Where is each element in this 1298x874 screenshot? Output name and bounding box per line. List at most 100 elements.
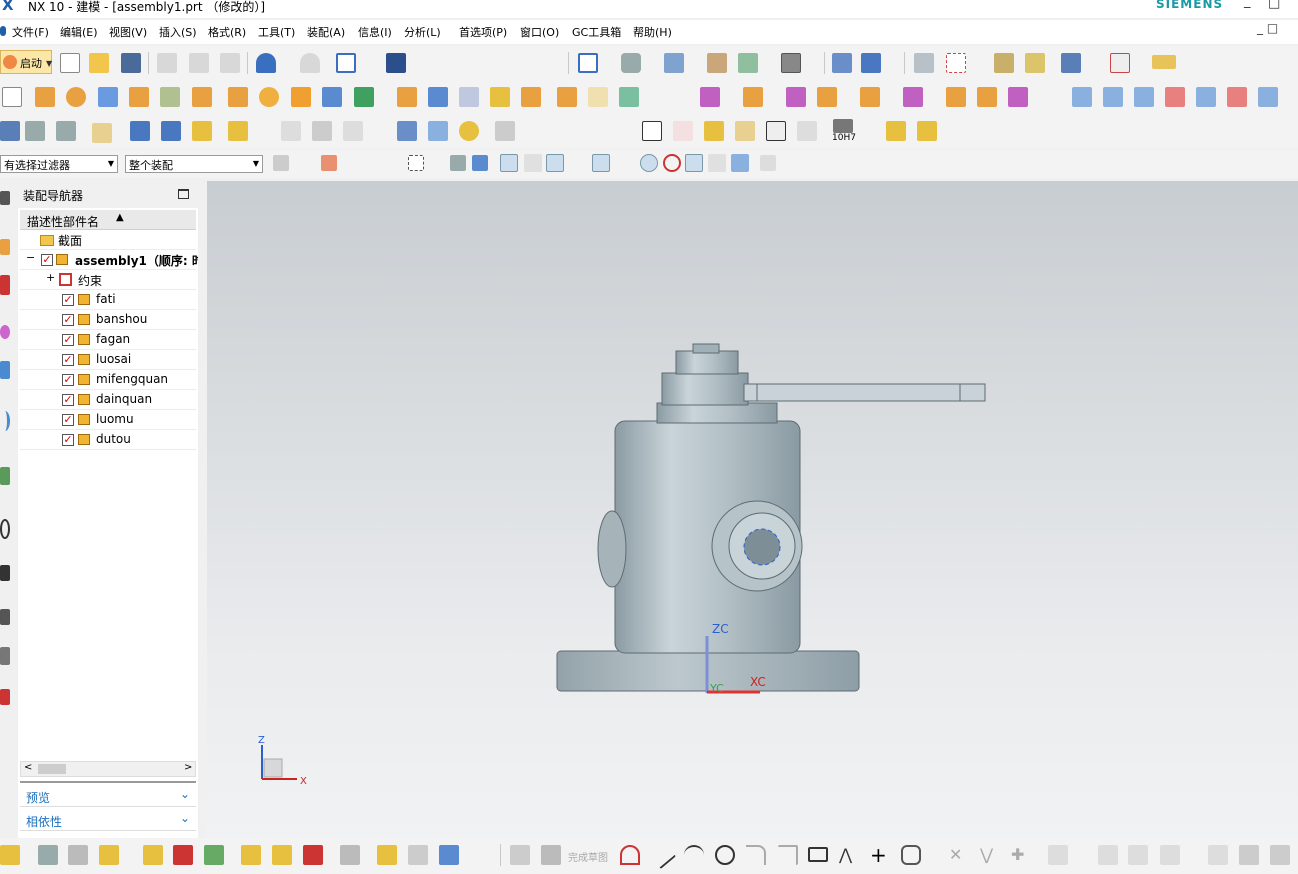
tree-hscrollbar[interactable]: < > bbox=[20, 761, 196, 777]
visibility-checkbox[interactable]: ✓ bbox=[62, 334, 74, 346]
bottom-link-icon[interactable] bbox=[303, 845, 323, 865]
bottom-move-icon[interactable] bbox=[143, 845, 163, 865]
brush-icon[interactable] bbox=[797, 121, 817, 141]
grid-add-icon[interactable] bbox=[704, 121, 724, 141]
hole-table-icon[interactable] bbox=[735, 121, 755, 141]
trim-icon[interactable] bbox=[354, 87, 374, 107]
shell-icon[interactable] bbox=[192, 87, 212, 107]
assembly-add-icon[interactable] bbox=[130, 121, 150, 141]
blend-icon[interactable] bbox=[129, 87, 149, 107]
visibility-checkbox[interactable]: ✓ bbox=[62, 434, 74, 446]
start-button[interactable]: 启动 ▼ bbox=[0, 50, 52, 74]
snap-control-icon[interactable] bbox=[546, 154, 564, 172]
trim-curve-icon[interactable] bbox=[343, 121, 363, 141]
rectangle-icon[interactable] bbox=[808, 847, 828, 862]
layer-stack-icon[interactable] bbox=[25, 121, 45, 141]
section-view-icon[interactable] bbox=[707, 53, 727, 73]
minimize-button[interactable]: _ bbox=[1244, 0, 1251, 9]
offset-icon[interactable] bbox=[228, 87, 248, 107]
delete-face-icon[interactable] bbox=[786, 87, 806, 107]
bottom-constraint-icon[interactable] bbox=[173, 845, 193, 865]
tree-row-part[interactable]: ✓ luomu bbox=[20, 410, 196, 430]
snap-quadrant-icon[interactable] bbox=[663, 154, 681, 172]
through-curves-icon[interactable] bbox=[1072, 87, 1092, 107]
visibility-checkbox[interactable]: ✓ bbox=[62, 314, 74, 326]
sketch-settings-icon[interactable] bbox=[1239, 845, 1259, 865]
resource-reuse-icon[interactable] bbox=[0, 361, 10, 379]
chamfer-icon[interactable] bbox=[160, 87, 180, 107]
bottom-explode-icon[interactable] bbox=[408, 845, 428, 865]
save-icon[interactable] bbox=[121, 53, 141, 73]
tree-row-part[interactable]: ✓ fati bbox=[20, 290, 196, 310]
pull-face-icon[interactable] bbox=[743, 87, 763, 107]
preview-section[interactable]: 预览 ⌄ bbox=[20, 785, 196, 807]
array-icon[interactable] bbox=[291, 87, 311, 107]
revolve-icon[interactable] bbox=[66, 87, 86, 107]
point-icon[interactable]: + bbox=[870, 843, 890, 867]
menu-analysis[interactable]: 分析(L) bbox=[404, 24, 441, 40]
resource-hd3d-icon[interactable] bbox=[0, 411, 10, 431]
scroll-thumb[interactable] bbox=[38, 764, 66, 774]
resize-blend-icon[interactable] bbox=[903, 87, 923, 107]
scroll-right-icon[interactable]: > bbox=[184, 762, 192, 773]
wcs-icon[interactable] bbox=[336, 53, 356, 73]
bottom-array-icon[interactable] bbox=[241, 845, 261, 865]
tree-row-part[interactable]: ✓ dainquan bbox=[20, 390, 196, 410]
triangle-icon[interactable] bbox=[642, 121, 662, 141]
select-box-icon[interactable] bbox=[408, 155, 424, 171]
resource-assembly-icon[interactable] bbox=[0, 239, 10, 255]
menu-tools[interactable]: 工具(T) bbox=[258, 24, 295, 40]
panel-splitter[interactable] bbox=[198, 181, 207, 838]
copy-icon[interactable] bbox=[189, 53, 209, 73]
snap-face-icon[interactable] bbox=[731, 154, 749, 172]
background-icon[interactable] bbox=[738, 53, 758, 73]
resource-web-icon[interactable] bbox=[0, 467, 10, 485]
visibility-checkbox[interactable]: ✓ bbox=[62, 414, 74, 426]
assembly-tree-icon[interactable] bbox=[0, 121, 20, 141]
menu-format[interactable]: 格式(R) bbox=[208, 24, 246, 40]
bottom-part-icon[interactable] bbox=[38, 845, 58, 865]
thread-icon[interactable] bbox=[397, 121, 417, 141]
paste-icon[interactable] bbox=[220, 53, 240, 73]
mesh-icon[interactable] bbox=[1103, 87, 1123, 107]
type-filter-select[interactable]: 有选择过滤器 ▼ bbox=[0, 155, 118, 173]
redo-icon[interactable] bbox=[300, 53, 320, 73]
fix-icon[interactable] bbox=[1128, 845, 1148, 865]
relation-icon[interactable] bbox=[1160, 845, 1180, 865]
info-icon[interactable] bbox=[386, 53, 406, 73]
tools-icon[interactable] bbox=[1025, 53, 1045, 73]
snap-endpoint-icon[interactable] bbox=[500, 154, 518, 172]
swept-icon[interactable] bbox=[1134, 87, 1154, 107]
draft-icon[interactable] bbox=[428, 87, 448, 107]
mirror-face-icon[interactable] bbox=[977, 87, 997, 107]
pattern-face-icon[interactable] bbox=[946, 87, 966, 107]
ruled-icon[interactable] bbox=[1196, 87, 1216, 107]
tree-row-part[interactable]: ✓ luosai bbox=[20, 350, 196, 370]
play-icon[interactable] bbox=[1061, 53, 1081, 73]
component-group-icon[interactable] bbox=[917, 121, 937, 141]
snap-midpoint-icon[interactable] bbox=[524, 154, 542, 172]
snap-intersect-icon[interactable] bbox=[592, 154, 610, 172]
arc-icon[interactable] bbox=[684, 845, 704, 865]
table-icon[interactable] bbox=[673, 121, 693, 141]
collapse-icon[interactable]: − bbox=[26, 251, 35, 264]
finish-sketch-label[interactable]: 完成草图 bbox=[568, 849, 608, 864]
bottom-wave-icon[interactable] bbox=[340, 845, 360, 865]
maximize-button[interactable]: □ bbox=[1268, 0, 1280, 11]
note-icon[interactable] bbox=[92, 123, 112, 143]
tree-row-part[interactable]: ✓ mifengquan bbox=[20, 370, 196, 390]
drawing-icon[interactable] bbox=[766, 121, 786, 141]
view-orient-icon[interactable] bbox=[664, 53, 684, 73]
fit-view-icon[interactable] bbox=[578, 53, 598, 73]
polyline-icon[interactable]: ⋀ bbox=[839, 845, 859, 865]
chamfer-sketch-icon[interactable] bbox=[778, 845, 798, 865]
bottom-sequence-icon[interactable] bbox=[439, 845, 459, 865]
pattern-icon[interactable] bbox=[259, 87, 279, 107]
dim-icon[interactable] bbox=[1048, 845, 1068, 865]
circle-icon[interactable] bbox=[715, 845, 735, 865]
select-face-icon[interactable] bbox=[472, 155, 488, 171]
select-feature-icon[interactable] bbox=[321, 155, 337, 171]
spring-icon[interactable] bbox=[428, 121, 448, 141]
cut-icon[interactable] bbox=[157, 53, 177, 73]
thicken-icon[interactable] bbox=[459, 87, 479, 107]
